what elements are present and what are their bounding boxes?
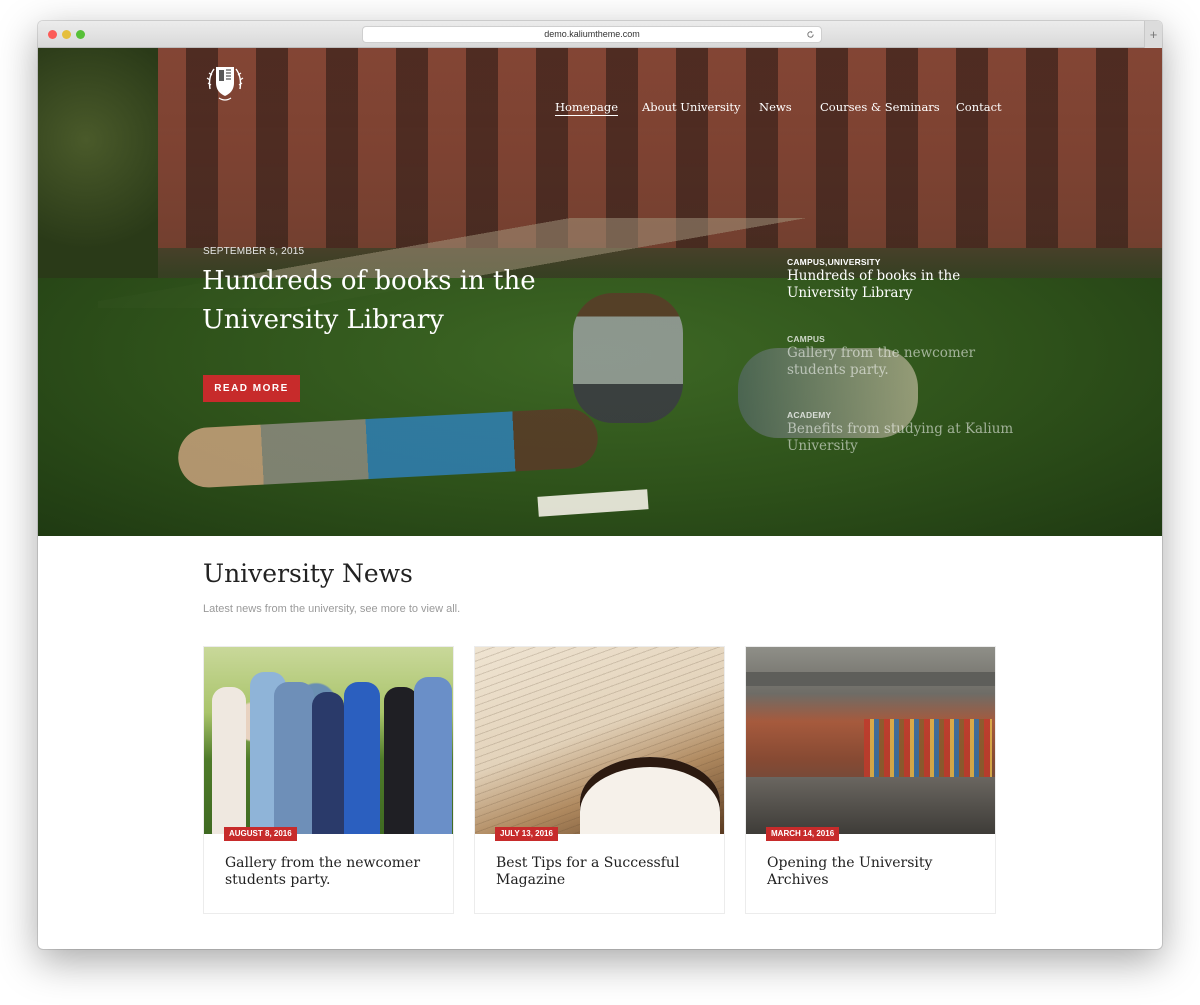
hero-slider: Homepage About University News Courses &… (38, 48, 1162, 536)
new-tab-button[interactable]: + (1144, 21, 1162, 48)
nav-item-about-university[interactable]: About University (642, 100, 741, 114)
read-more-button[interactable]: READ MORE (203, 375, 300, 402)
news-card-image-book[interactable] (475, 647, 724, 834)
news-card-date: MARCH 14, 2016 (766, 827, 840, 841)
nav-item-courses-seminars[interactable]: Courses & Seminars (820, 100, 940, 114)
news-card-image-students[interactable] (204, 647, 453, 834)
hero-list-category: ACADEMY (787, 410, 832, 420)
hero-list-category: CAMPUS,UNIVERSITY (787, 257, 881, 267)
news-section-subtitle: Latest news from the university, see mor… (203, 603, 461, 615)
browser-window: demo.kaliumtheme.com + Homepage About Un… (38, 21, 1162, 949)
hero-list-title: Gallery from the newcomer students party… (787, 345, 976, 378)
news-card-title[interactable]: Gallery from the newcomer students party… (225, 855, 435, 889)
browser-titlebar: demo.kaliumtheme.com + (38, 21, 1162, 48)
hero-list-item[interactable]: CAMPUS Gallery from the newcomer student… (787, 334, 1017, 379)
news-card-date: JULY 13, 2016 (495, 827, 558, 841)
news-card[interactable]: AUGUST 8, 2016 Gallery from the newcomer… (203, 646, 454, 914)
nav-item-homepage[interactable]: Homepage (555, 100, 619, 116)
hero-list-category: CAMPUS (787, 334, 826, 344)
news-card[interactable]: MARCH 14, 2016 Opening the University Ar… (745, 646, 996, 914)
news-section-title: University News (203, 559, 413, 588)
news-card-title[interactable]: Opening the University Archives (767, 855, 977, 889)
reload-icon[interactable] (806, 30, 815, 39)
hero-title[interactable]: Hundreds of books in the University Libr… (202, 262, 602, 340)
university-crest-logo[interactable] (202, 59, 248, 105)
nav-item-contact[interactable]: Contact (956, 100, 1002, 114)
address-bar-url: demo.kaliumtheme.com (544, 29, 640, 39)
hero-list-title: Benefits from studying at Kalium Univers… (787, 421, 1014, 454)
nav-item-news[interactable]: News (759, 100, 792, 114)
hero-list-item[interactable]: ACADEMY Benefits from studying at Kalium… (787, 410, 1017, 455)
hero-list-item[interactable]: CAMPUS,UNIVERSITY Hundreds of books in t… (787, 257, 1017, 302)
close-window-button[interactable] (48, 30, 57, 39)
address-bar[interactable]: demo.kaliumtheme.com (362, 26, 822, 43)
maximize-window-button[interactable] (76, 30, 85, 39)
news-card-date: AUGUST 8, 2016 (224, 827, 297, 841)
news-card-image-library[interactable] (746, 647, 995, 834)
hero-list-title: Hundreds of books in the University Libr… (787, 268, 961, 301)
news-card[interactable]: JULY 13, 2016 Best Tips for a Successful… (474, 646, 725, 914)
hero-date: SEPTEMBER 5, 2015 (203, 246, 305, 257)
news-card-title[interactable]: Best Tips for a Successful Magazine (496, 855, 706, 889)
minimize-window-button[interactable] (62, 30, 71, 39)
